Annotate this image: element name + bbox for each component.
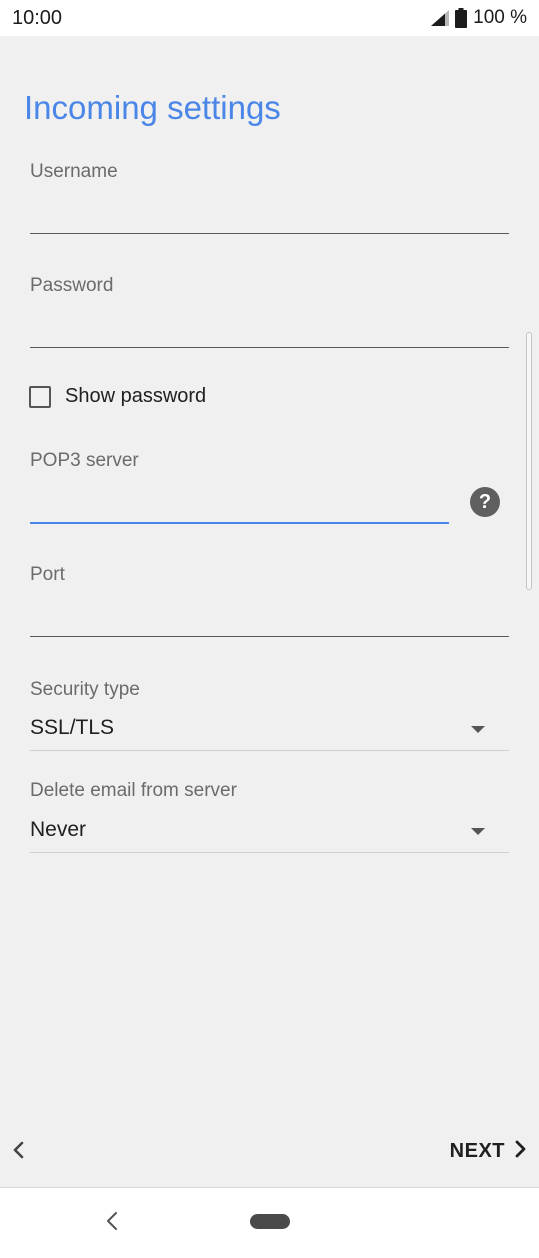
delete-email-value: Never (30, 818, 87, 841)
password-underline (30, 347, 509, 348)
username-input[interactable] (30, 198, 509, 232)
pop3-server-underline (30, 522, 449, 524)
username-field-group: Username (30, 160, 509, 240)
password-label: Password (30, 275, 114, 296)
page-title: Incoming settings (24, 89, 281, 126)
delete-email-group: Delete email from server Never (30, 779, 509, 859)
pop3-server-label: POP3 server (30, 450, 139, 471)
security-type-value: SSL/TLS (30, 716, 115, 739)
home-pill-icon[interactable] (250, 1214, 290, 1229)
pop3-server-field-group: POP3 server (30, 449, 449, 529)
delete-email-underline (30, 852, 509, 853)
status-bar: 10:00 100 % (0, 0, 539, 36)
show-password-label: Show password (65, 385, 207, 407)
status-time: 10:00 (12, 7, 63, 29)
security-type-label: Security type (30, 679, 140, 700)
port-field-group: Port (30, 563, 509, 643)
security-type-group: Security type SSL/TLS (30, 678, 509, 758)
next-label: NEXT (449, 1140, 505, 1162)
pop3-server-input[interactable] (30, 487, 449, 521)
username-label: Username (30, 161, 118, 182)
dropdown-arrow-icon (471, 726, 485, 733)
username-underline (30, 233, 509, 234)
port-input[interactable] (30, 601, 509, 635)
status-icons: 100 % (431, 7, 527, 29)
battery-percentage: 100 % (473, 7, 527, 28)
system-nav-bar (0, 1188, 539, 1258)
next-button[interactable]: NEXT (450, 1137, 527, 1166)
security-type-underline (30, 750, 509, 751)
port-underline (30, 636, 509, 637)
scrollbar[interactable] (526, 332, 532, 590)
delete-email-label: Delete email from server (30, 780, 237, 801)
help-icon[interactable]: ? (470, 487, 500, 517)
delete-email-dropdown[interactable]: Never (30, 812, 509, 852)
chevron-left-icon[interactable] (10, 1138, 30, 1162)
signal-icon (431, 10, 450, 26)
battery-icon (455, 8, 468, 28)
password-input[interactable] (30, 312, 509, 346)
security-type-dropdown[interactable]: SSL/TLS (30, 710, 509, 750)
checkbox-icon[interactable] (29, 385, 51, 408)
password-field-group: Password (30, 274, 509, 354)
show-password-checkbox[interactable]: Show password (29, 385, 206, 408)
chevron-right-icon (513, 1137, 527, 1166)
back-icon[interactable] (102, 1209, 122, 1238)
port-label: Port (30, 564, 65, 585)
dropdown-arrow-icon (471, 828, 485, 835)
